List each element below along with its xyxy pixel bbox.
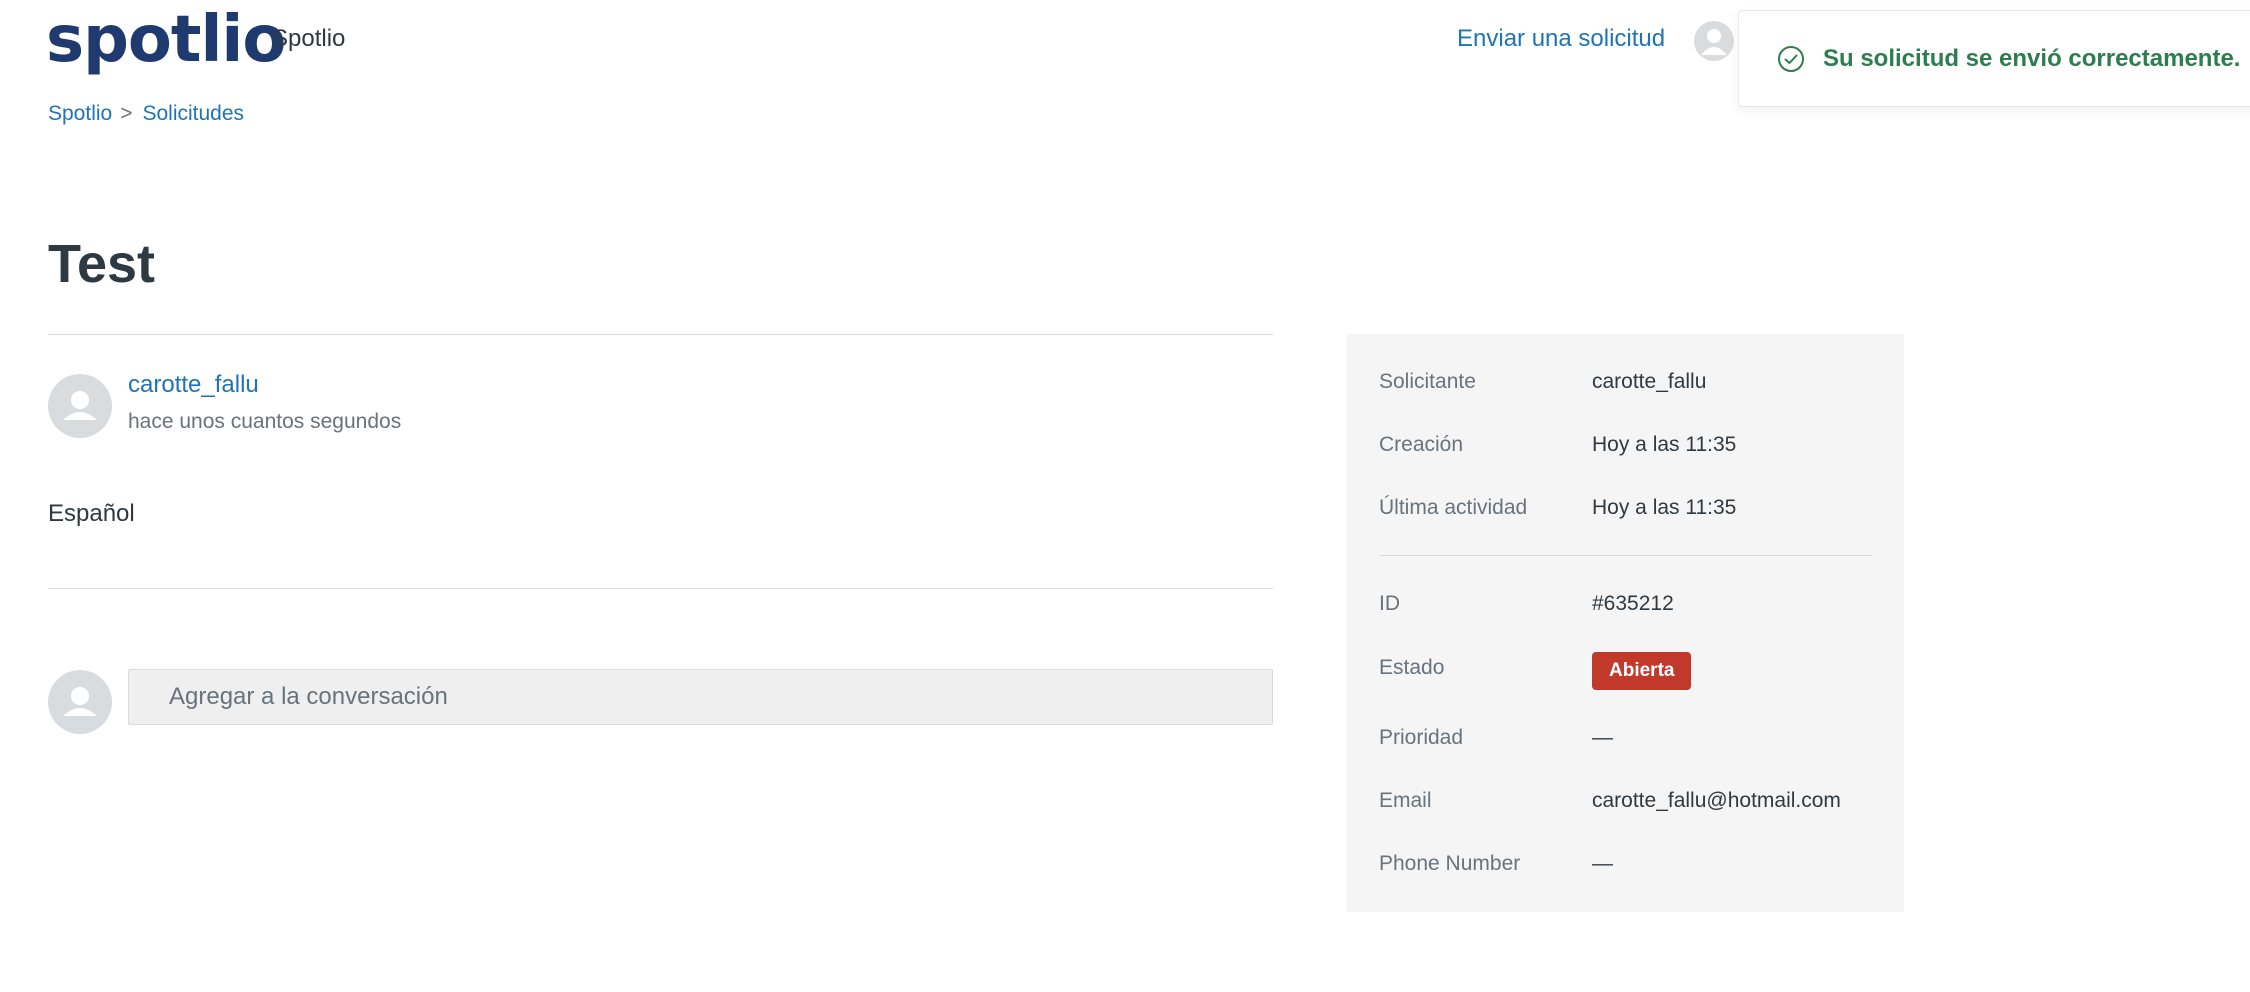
user-avatar-icon[interactable] xyxy=(1694,21,1734,61)
phone-number-value: — xyxy=(1592,852,1613,875)
last-activity-label: Última actividad xyxy=(1379,496,1528,519)
breadcrumb: Spotlio > Solicitudes xyxy=(48,100,244,128)
last-activity-value: Hoy a las 11:35 xyxy=(1592,496,1737,519)
email-label: Email xyxy=(1379,789,1432,812)
created-label: Creación xyxy=(1379,433,1464,456)
id-value: #635212 xyxy=(1592,592,1674,615)
title-divider xyxy=(48,334,1273,335)
id-label: ID xyxy=(1379,592,1400,615)
author-avatar-icon xyxy=(48,374,112,438)
sidebar-divider xyxy=(1379,555,1872,556)
brand-name[interactable]: Spotlio xyxy=(272,24,345,54)
priority-label: Prioridad xyxy=(1379,726,1464,749)
comment-author[interactable]: carotte_fallu xyxy=(128,370,259,400)
request-details-sidebar: Solicitante carotte_fallu Creación Hoy a… xyxy=(1347,334,1904,912)
requester-label: Solicitante xyxy=(1379,370,1476,393)
comment-body: Español xyxy=(48,500,135,527)
success-toast: Su solicitud se envió correctamente. xyxy=(1738,10,2250,107)
status-badge: Abierta xyxy=(1592,652,1692,690)
comment-divider xyxy=(48,588,1273,589)
breadcrumb-item-requests[interactable]: Solicitudes xyxy=(142,102,244,125)
breadcrumb-separator: > xyxy=(120,102,133,125)
phone-number-label: Phone Number xyxy=(1379,852,1521,875)
page-title: Test xyxy=(48,234,156,294)
reply-avatar-icon xyxy=(48,670,112,734)
email-value: carotte_fallu@hotmail.com xyxy=(1592,789,1841,812)
spotlio-logo[interactable]: spotlio xyxy=(46,4,286,76)
toast-message: Su solicitud se envió correctamente. xyxy=(1823,44,2241,72)
reply-input[interactable] xyxy=(128,669,1273,725)
priority-value: — xyxy=(1592,726,1613,749)
submit-request-link[interactable]: Enviar una solicitud xyxy=(1457,24,1665,54)
comment-timestamp: hace unos cuantos segundos xyxy=(128,410,402,433)
breadcrumb-item-spotlio[interactable]: Spotlio xyxy=(48,102,112,125)
status-label: Estado xyxy=(1379,656,1445,679)
request-page: spotlio Spotlio Enviar una solicitud Su … xyxy=(0,0,2250,992)
check-circle-icon xyxy=(1778,45,1804,72)
created-value: Hoy a las 11:35 xyxy=(1592,433,1737,456)
requester-value: carotte_fallu xyxy=(1592,370,1707,393)
